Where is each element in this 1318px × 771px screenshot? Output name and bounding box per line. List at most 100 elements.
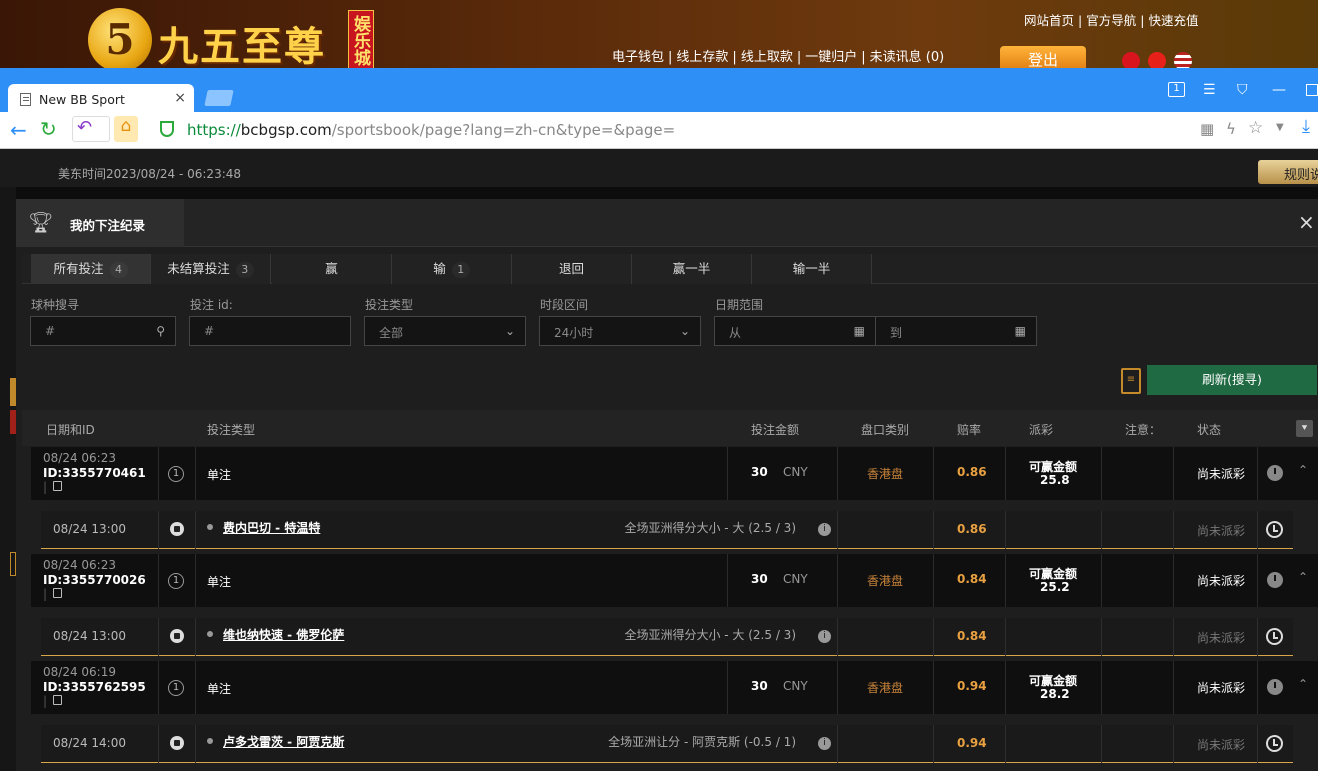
home-icon[interactable]: ⌂ <box>114 116 138 142</box>
tab-refund[interactable]: 退回 <box>512 254 632 284</box>
clock-icon[interactable] <box>1267 572 1283 588</box>
collapse-all-button[interactable]: ⯆ <box>1296 420 1313 437</box>
bullet-icon <box>207 738 213 744</box>
link-home[interactable]: 网站首页 <box>1020 13 1078 28</box>
clock-icon[interactable] <box>1267 679 1283 695</box>
collapse-chevron-icon[interactable]: ⌃ <box>1298 463 1308 477</box>
browser-tab[interactable]: New BB Sport × <box>8 84 194 114</box>
bet-kind: 单注 <box>207 468 232 482</box>
tab-unsettled[interactable]: 未结算投注 3 <box>151 254 271 284</box>
clock-icon[interactable] <box>1266 521 1283 538</box>
link-official-nav[interactable]: 官方导航 <box>1082 13 1140 28</box>
bet-amount: 30 <box>751 679 768 693</box>
qr-icon[interactable]: ▦ <box>1200 120 1214 138</box>
bet-row[interactable]: 08/24 06:23 ID:3355770461 | 1 单注 30 CNY … <box>31 447 1318 500</box>
window-badge-icon[interactable]: 1 <box>1168 82 1185 97</box>
back-icon[interactable]: ← <box>10 118 27 142</box>
tab-win-half[interactable]: 赢一半 <box>632 254 752 284</box>
logo-badge: 娱乐城 <box>348 10 374 70</box>
bet-date: 08/24 06:23 <box>43 558 116 572</box>
market-desc: 全场亚洲得分大小 - 大 (2.5 / 3) <box>624 521 796 535</box>
maximize-icon[interactable] <box>1306 84 1318 96</box>
market-desc: 全场亚洲让分 - 阿贾克斯 (-0.5 / 1) <box>608 735 796 749</box>
url-text[interactable]: https://bcbgsp.com/sportsbook/page?lang=… <box>187 121 675 139</box>
col-date-id: 日期和ID <box>46 423 95 437</box>
tab-lose[interactable]: 输1 <box>392 254 512 284</box>
link-wallet[interactable]: 电子钱包 <box>608 50 668 65</box>
collapse-chevron-icon[interactable]: ⌃ <box>1298 677 1308 691</box>
tab-all-bets[interactable]: 所有投注 4 <box>31 254 151 284</box>
col-odds: 赔率 <box>957 423 982 437</box>
copy-icon[interactable] <box>53 481 63 491</box>
clock-icon[interactable] <box>1267 465 1283 481</box>
clock-icon[interactable] <box>1266 735 1283 752</box>
period-select[interactable]: 24小时 ⌄ <box>539 316 701 346</box>
payout-value: 25.8 <box>1040 473 1070 487</box>
copy-icon[interactable] <box>53 588 63 598</box>
minimize-icon[interactable]: — <box>1272 82 1286 98</box>
bet-detail-row: 08/24 14:00 卢多戈雷茨 - 阿贾克斯 全场亚洲让分 - 阿贾克斯 (… <box>41 725 1293 763</box>
bet-kind: 单注 <box>207 682 232 696</box>
bet-type-select[interactable]: 全部 ⌄ <box>364 316 526 346</box>
trophy-icon: 🏆︎ <box>28 210 54 234</box>
new-tab-button[interactable] <box>204 90 234 106</box>
bet-type-label: 投注类型 <box>365 298 414 312</box>
match-teams[interactable]: 费内巴切 - 特温特 <box>223 521 320 535</box>
link-deposit[interactable]: 线上存款 <box>672 50 732 65</box>
payout-value: 28.2 <box>1040 687 1070 701</box>
bet-currency: CNY <box>783 465 808 479</box>
date-to-input[interactable]: 到 ▦ <box>875 316 1037 346</box>
logo-text: 九五至尊 <box>158 23 326 70</box>
tab-close-icon[interactable]: × <box>174 90 186 106</box>
time-bar: 美东时间2023/08/24 - 06:23:48 <box>0 149 1318 187</box>
document-icon <box>20 93 31 106</box>
match-time: 08/24 14:00 <box>53 736 126 750</box>
info-icon[interactable]: i <box>818 523 831 536</box>
copy-icon[interactable] <box>53 695 63 705</box>
bet-market: 香港盘 <box>867 574 904 588</box>
clock-icon[interactable] <box>1266 628 1283 645</box>
info-icon[interactable]: i <box>818 737 831 750</box>
link-merge[interactable]: 一键归户 <box>801 50 861 65</box>
detail-odds: 0.84 <box>957 629 987 643</box>
match-teams[interactable]: 卢多戈雷茨 - 阿贾克斯 <box>223 735 344 749</box>
tab-win[interactable]: 赢 <box>272 254 392 284</box>
lightning-icon[interactable]: ϟ <box>1226 120 1236 138</box>
link-withdraw[interactable]: 线上取款 <box>737 50 797 65</box>
modal-close-icon[interactable]: × <box>1298 210 1315 234</box>
match-time: 08/24 13:00 <box>53 629 126 643</box>
bet-id-input[interactable]: # <box>189 316 351 346</box>
refresh-icon[interactable]: ↻ <box>40 117 57 141</box>
tab-title: New BB Sport <box>39 92 125 107</box>
date-range-label: 日期范围 <box>715 298 764 312</box>
bet-id: ID:3355762595 <box>43 680 146 694</box>
clipboard-icon[interactable]: ≡ <box>1121 368 1141 394</box>
market-desc: 全场亚洲得分大小 - 大 (2.5 / 3) <box>624 628 796 642</box>
bet-currency: CNY <box>783 679 808 693</box>
chevron-down-icon: ⌄ <box>504 324 515 338</box>
match-teams[interactable]: 维也纳快速 - 佛罗伦萨 <box>223 628 344 642</box>
col-status: 状态 <box>1197 423 1222 437</box>
bet-odds: 0.84 <box>957 572 987 586</box>
modal-header <box>16 199 1318 247</box>
tab-lose-half[interactable]: 输一半 <box>752 254 872 284</box>
logo-emblem: 5 <box>88 8 152 72</box>
chevron-down-icon[interactable]: ▼ <box>1276 122 1284 133</box>
shirt-icon[interactable]: ⛉ <box>1237 82 1248 98</box>
download-icon[interactable]: ⤓ <box>1302 116 1310 137</box>
info-icon[interactable]: i <box>818 630 831 643</box>
link-quick-deposit[interactable]: 快速充值 <box>1144 13 1202 28</box>
bet-currency: CNY <box>783 572 808 586</box>
menu-icon[interactable]: ☰ <box>1203 82 1216 98</box>
bet-row[interactable]: 08/24 06:19 ID:3355762595 | 1 单注 30 CNY … <box>31 661 1318 714</box>
bet-row[interactable]: 08/24 06:23 ID:3355770026 | 1 单注 30 CNY … <box>31 554 1318 607</box>
est-time: 美东时间2023/08/24 - 06:23:48 <box>58 167 242 181</box>
sport-search-input[interactable]: # ⚲ <box>30 316 176 346</box>
rules-button[interactable]: 规则说 <box>1258 160 1318 184</box>
link-messages[interactable]: 未读讯息 (0) <box>866 50 949 65</box>
collapse-chevron-icon[interactable]: ⌃ <box>1298 570 1308 584</box>
star-icon[interactable]: ☆ <box>1248 118 1263 138</box>
date-from-input[interactable]: 从 ▦ <box>714 316 876 346</box>
undo-icon[interactable]: ↶ <box>72 116 110 142</box>
refresh-search-button[interactable]: 刷新(搜寻) <box>1147 365 1317 395</box>
